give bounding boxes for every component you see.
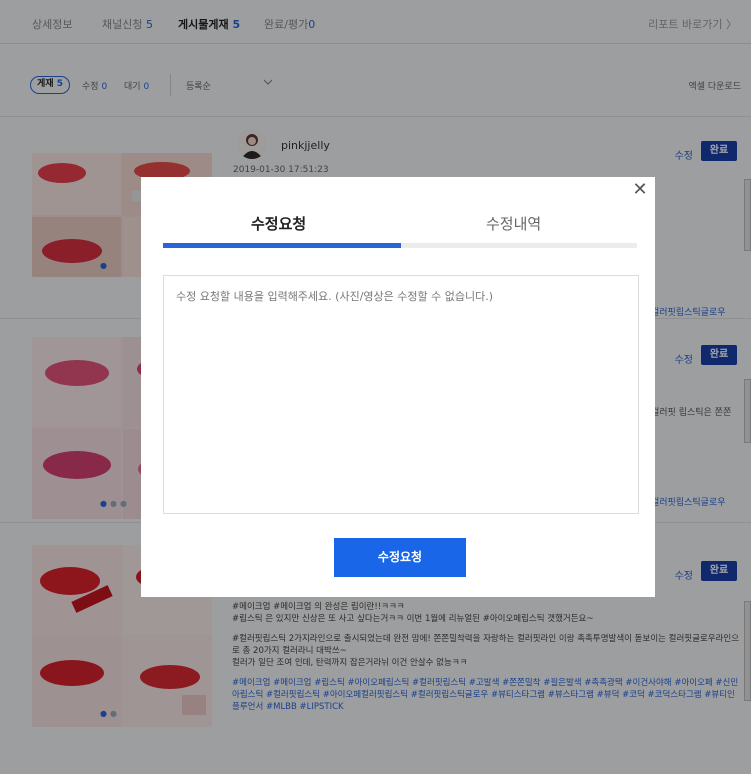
submit-edit-request-button[interactable]: 수정요청 [334,538,466,577]
tab-edit-history[interactable]: 수정내역 [486,213,541,234]
tab-indicator-track [163,243,637,248]
tab-indicator [163,243,401,248]
tab-edit-request[interactable]: 수정요청 [251,213,306,234]
edit-request-modal: ✕ 수정요청 수정내역 수정 요청 [141,177,655,597]
close-icon[interactable]: ✕ [629,179,651,201]
edit-request-textarea[interactable] [163,275,639,514]
